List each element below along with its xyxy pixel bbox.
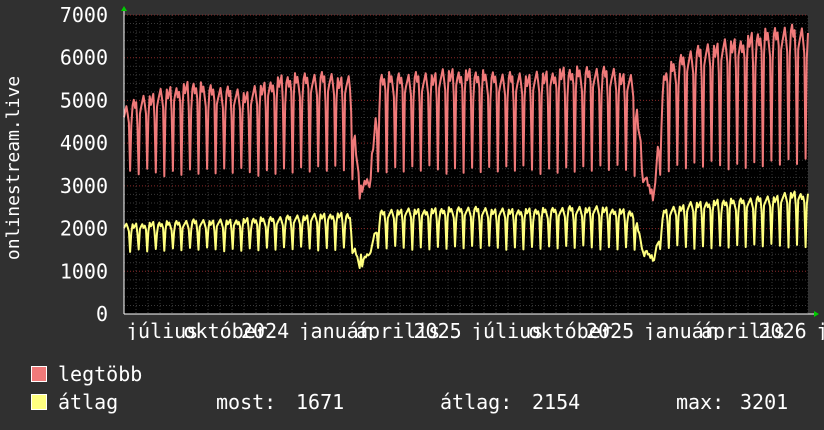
legend-label-avg: átlag: [58, 390, 119, 414]
stat-mean-value: 2154: [532, 390, 581, 414]
stat-now-label: most:: [216, 390, 277, 414]
y-tick-label: 3000: [60, 174, 108, 198]
x-tick-label: 2025: [586, 319, 634, 340]
x-tick-labels: júliusoktóber2024 januáráprilis2025 július…: [126, 319, 824, 340]
y-tick-label: 7000: [60, 3, 108, 27]
x-tick-label: 2025: [414, 319, 462, 340]
y-axis-arrow: [121, 6, 127, 11]
legend-label-max: legtöbb: [58, 362, 143, 386]
x-axis-arrow: [814, 311, 819, 317]
stat-mean-label: átlag:: [440, 390, 513, 414]
x-tick-label: július: [816, 319, 824, 340]
y-tick-label: 4000: [60, 131, 108, 155]
stat-now-value: 1671: [296, 390, 345, 414]
legend-swatch-avg: [31, 394, 47, 410]
x-tick-label: 2026: [759, 319, 807, 340]
y-tick-labels: 0 1000 2000 3000 4000 5000 6000 7000: [60, 3, 108, 326]
stat-peak-label: max:: [676, 390, 725, 414]
x-tick-label: 2024: [241, 319, 289, 340]
y-tick-label: 0: [96, 302, 108, 326]
chart: 01000200030004000500060007000 júliusoktó…: [3, 3, 824, 340]
y-tick-label: 1000: [60, 259, 108, 283]
y-axis-label: onlinestream.live: [3, 76, 24, 260]
y-tick-label: 6000: [60, 46, 108, 70]
stat-peak-value: 3201: [740, 390, 789, 414]
y-tick-label: 5000: [60, 88, 108, 112]
y-tick-label: 2000: [60, 217, 108, 241]
legend-swatch-max: [31, 366, 47, 382]
